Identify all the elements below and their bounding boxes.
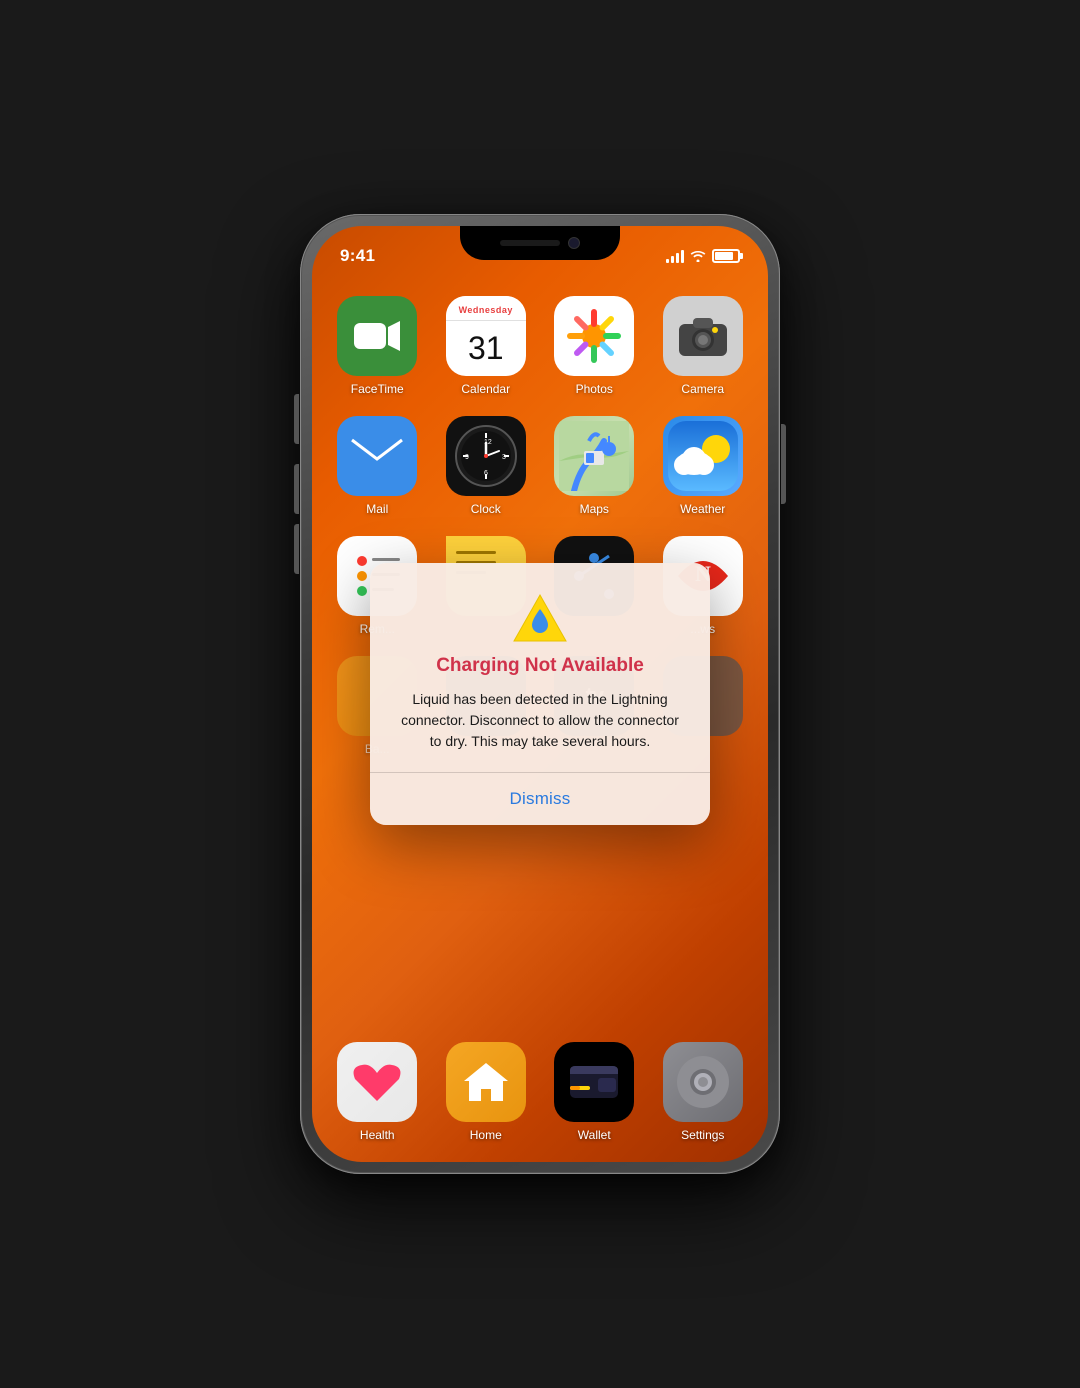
alert-overlay: Charging Not Available Liquid has been d… bbox=[312, 226, 768, 1162]
alert-title: Charging Not Available bbox=[394, 655, 686, 677]
dismiss-button[interactable]: Dismiss bbox=[370, 773, 710, 825]
alert-content: Charging Not Available Liquid has been d… bbox=[370, 563, 710, 772]
alert-buttons: Dismiss bbox=[370, 773, 710, 825]
alert-dialog: Charging Not Available Liquid has been d… bbox=[370, 563, 710, 825]
phone-wrapper: 9:41 bbox=[300, 214, 780, 1174]
phone-screen: 9:41 bbox=[312, 226, 768, 1162]
alert-message: Liquid has been detected in the Lightnin… bbox=[394, 689, 686, 752]
phone-frame: 9:41 bbox=[300, 214, 780, 1174]
alert-warning-icon bbox=[510, 591, 570, 645]
